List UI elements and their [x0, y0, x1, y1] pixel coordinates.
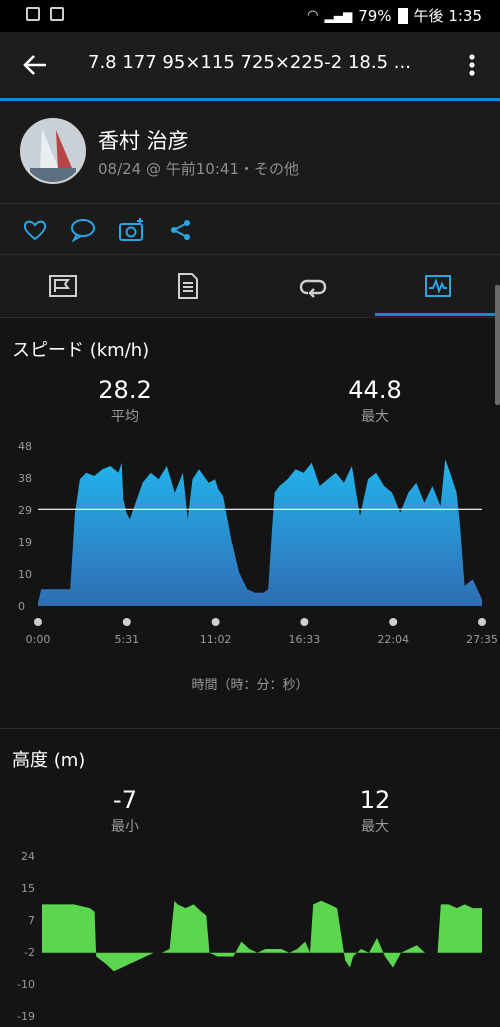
battery-icon: [397, 7, 408, 24]
speed-max-stat: 44.8 最大: [295, 376, 455, 426]
tab-overview[interactable]: [0, 255, 125, 317]
altitude-min-stat: -7 最小: [45, 786, 205, 836]
battery-percent: 79%: [358, 6, 392, 25]
x-tick-marker: [211, 618, 220, 626]
overview-flag-icon: [48, 275, 77, 297]
x-tick-marker: [34, 618, 42, 626]
add-photo-camera-icon[interactable]: [118, 217, 144, 243]
altitude-max-label: 最大: [361, 819, 389, 835]
speed-average-value: 28.2: [98, 376, 152, 404]
tab-laps[interactable]: [250, 255, 375, 317]
tab-stats[interactable]: [125, 255, 250, 317]
altitude-chart-title: 高度 (m): [12, 750, 86, 771]
share-icon[interactable]: [168, 217, 194, 243]
speed-chart-title: スピード (km/h): [12, 340, 150, 361]
y-tick-label: 0: [18, 600, 25, 613]
x-tick-label: 16:33: [289, 633, 321, 646]
user-name[interactable]: 香村 治彦: [98, 125, 189, 155]
x-tick-label: 0:00: [26, 633, 51, 646]
app-bar: 7.8 177 95×115 725×225-2 18.5 ...: [0, 32, 500, 101]
speed-average-stat: 28.2 平均: [45, 376, 205, 426]
activity-title: 7.8 177 95×115 725×225-2 18.5 ...: [88, 52, 411, 73]
y-tick-label: -19: [17, 1010, 35, 1023]
x-tick-label: 27:35: [466, 633, 498, 646]
y-tick-label: -10: [17, 978, 35, 991]
altitude-max-value: 12: [359, 786, 391, 814]
activity-tabs: [0, 255, 500, 318]
y-tick-label: 29: [18, 504, 32, 517]
x-tick-marker: [122, 618, 131, 626]
back-arrow-icon[interactable]: [20, 50, 50, 80]
like-heart-icon[interactable]: [22, 217, 48, 243]
section-divider: [0, 728, 500, 729]
y-tick-label: 24: [21, 850, 35, 863]
altitude-chart: 24 15 7 -2 -10 -19: [17, 850, 482, 1023]
speed-average-label: 平均: [111, 409, 139, 425]
y-tick-label: 48: [18, 440, 32, 453]
active-tab-indicator: [375, 313, 500, 316]
gallery-notification-icon: [26, 7, 40, 21]
avatar[interactable]: [20, 118, 86, 184]
tab-charts[interactable]: [375, 255, 500, 317]
y-tick-label: 19: [18, 536, 32, 549]
chart-pulse-icon: [424, 275, 451, 297]
activity-date-type: 08/24 @ 午前10:41・その他: [98, 160, 299, 178]
clock: 午後 1:35: [413, 7, 482, 25]
speed-max-label: 最大: [361, 409, 389, 425]
x-tick-marker: [389, 618, 398, 626]
status-bar: ◠ ▂▄▆ 79% 午後 1:35: [0, 0, 500, 32]
x-tick-label: 5:31: [114, 633, 139, 646]
overflow-menu-icon[interactable]: [462, 50, 482, 80]
speed-area-series: [38, 459, 482, 606]
speed-max-value: 44.8: [348, 376, 402, 404]
x-tick-label: 22:04: [377, 633, 409, 646]
x-tick-marker: [300, 618, 309, 626]
altitude-area-series: [42, 900, 482, 972]
altitude-min-label: 最小: [111, 819, 139, 835]
altitude-max-stat: 12 最大: [295, 786, 455, 836]
y-tick-label: 10: [18, 568, 32, 581]
wifi-icon: ◠: [307, 8, 319, 23]
time-axis-title: 時間（時：分：秒）: [191, 678, 309, 693]
signal-icon: ▂▄▆: [324, 8, 353, 23]
y-tick-label: 38: [18, 472, 32, 485]
action-bar: [0, 204, 500, 255]
comment-bubble-icon[interactable]: [70, 217, 96, 243]
x-tick-label: 11:02: [200, 633, 232, 646]
checkbox-notification-icon: [50, 7, 64, 21]
x-tick-marker: [478, 618, 486, 626]
document-list-icon: [177, 273, 198, 299]
activity-header: 香村 治彦 08/24 @ 午前10:41・その他: [0, 101, 500, 204]
altitude-min-value: -7: [113, 786, 137, 814]
y-tick-label: 7: [28, 914, 35, 927]
y-tick-label: 15: [21, 882, 35, 895]
speed-chart: 48 38 29 19 10 0 0:00 5:31 11:02 16:33 22:04 27:35: [18, 440, 498, 646]
laps-loop-icon: [299, 279, 326, 298]
y-tick-label: -2: [24, 946, 35, 959]
scrollbar-thumb[interactable]: [495, 285, 500, 405]
